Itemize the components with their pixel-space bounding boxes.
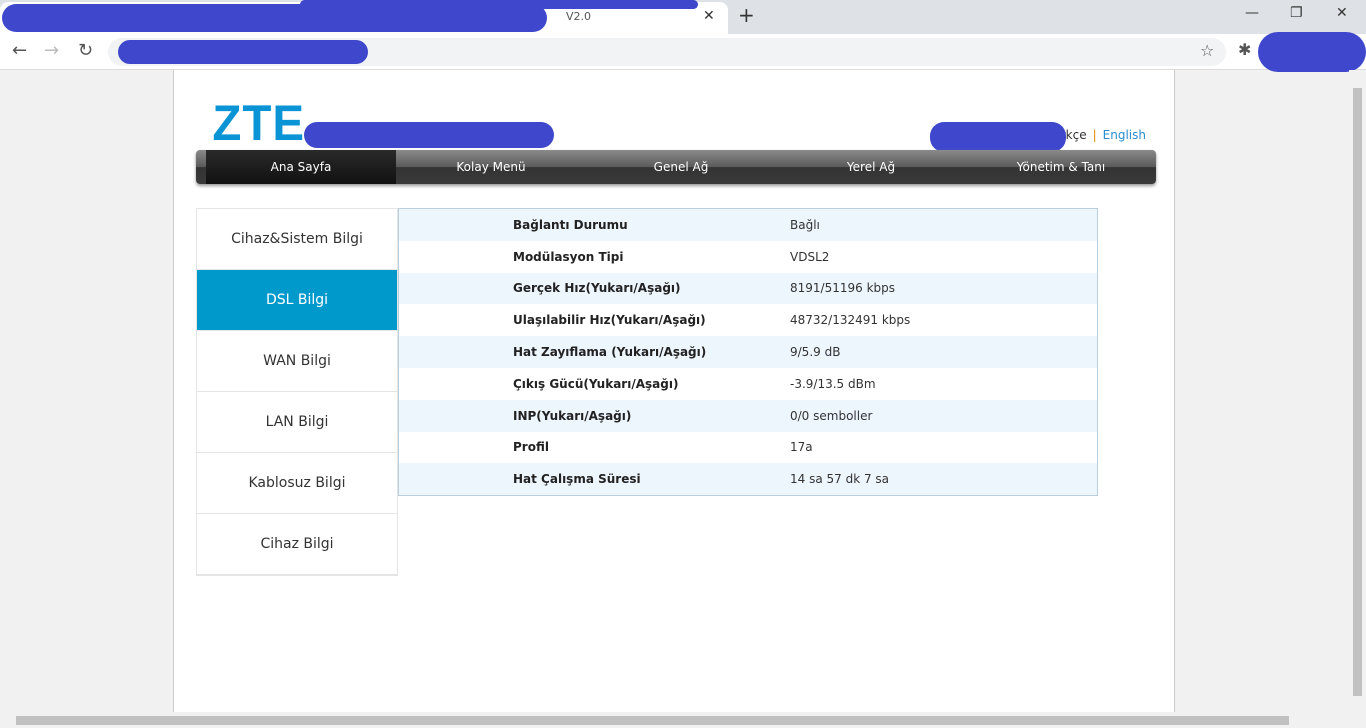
star-icon[interactable]: ☆ — [1200, 41, 1214, 60]
router-page: ZTE rkçe | English Ana Sayfa Kolay Menü Ge… — [173, 70, 1175, 712]
sidebar-item-kablosuz[interactable]: Kablosuz Bilgi — [197, 453, 397, 514]
vertical-scrollbar[interactable] — [1349, 70, 1366, 712]
table-row: Gerçek Hız(Yukarı/Aşağı) 8191/51196 kbps — [399, 272, 1097, 305]
sidebar-item-wan[interactable]: WAN Bilgi — [197, 331, 397, 392]
sidebar-item-cihaz[interactable]: Cihaz Bilgi — [197, 514, 397, 575]
sidebar-item-dsl[interactable]: DSL Bilgi — [197, 270, 397, 331]
nav-ana-sayfa[interactable]: Ana Sayfa — [206, 150, 396, 184]
dsl-info-table: Bağlantı Durumu Bağlı Modülasyon Tipi VDSL… — [398, 208, 1098, 497]
row-value: 8191/51196 kbps — [790, 281, 896, 296]
nav-kolay-menu[interactable]: Kolay Menü — [396, 150, 586, 184]
back-icon[interactable]: ← — [12, 40, 27, 61]
row-value: VDSL2 — [790, 249, 830, 264]
sidebar-item-cihaz-sistem[interactable]: Cihaz&Sistem Bilgi — [197, 209, 397, 270]
redaction — [300, 0, 698, 9]
row-value: 9/5.9 dB — [790, 345, 841, 360]
close-window-icon[interactable]: ✕ — [1336, 5, 1348, 21]
row-label: Ulaşılabilir Hız(Yukarı/Aşağı) — [513, 313, 706, 328]
nav-genel-ag[interactable]: Genel Ağ — [586, 150, 776, 184]
row-label: Modülasyon Tipi — [513, 249, 624, 264]
row-label: Çıkış Gücü(Yukarı/Aşağı) — [513, 376, 679, 391]
lang-separator: | — [1092, 128, 1097, 142]
row-label: Bağlantı Durumu — [513, 217, 628, 232]
language-switcher: rkçe | English — [1061, 128, 1146, 142]
tab-title: V2.0 — [566, 10, 592, 23]
redaction — [930, 122, 1066, 152]
zte-logo: ZTE — [212, 95, 306, 151]
row-label: Profil — [513, 440, 549, 455]
sidebar-item-lan[interactable]: LAN Bilgi — [197, 392, 397, 453]
tab-bar: ✕ V2.0 + — ❐ ✕ — [0, 0, 1366, 34]
table-row: Ulaşılabilir Hız(Yukarı/Aşağı) 48732/1324… — [399, 304, 1097, 336]
forward-icon[interactable]: → — [44, 40, 59, 61]
nav-yerel-ag[interactable]: Yerel Ağ — [776, 150, 966, 184]
reload-icon[interactable]: ↻ — [78, 40, 93, 61]
row-value: 17a — [790, 440, 813, 455]
browser-toolbar: ← → ↻ ☆ ✱ — [0, 32, 1366, 72]
table-row: Bağlantı Durumu Bağlı — [399, 209, 1097, 241]
redaction — [304, 122, 554, 148]
row-label: Hat Zayıflama (Yukarı/Aşağı) — [513, 345, 707, 360]
table-row: Hat Çalışma Süresi 14 sa 57 dk 7 sa — [399, 463, 1097, 496]
row-label: Gerçek Hız(Yukarı/Aşağı) — [513, 281, 681, 296]
new-tab-icon[interactable]: + — [738, 3, 755, 27]
redaction — [118, 40, 368, 64]
horizontal-scroll-thumb[interactable] — [16, 716, 1289, 725]
table-row: Modülasyon Tipi VDSL2 — [399, 241, 1097, 273]
redaction — [1258, 32, 1366, 72]
table-row: INP(Yukarı/Aşağı) 0/0 semboller — [399, 399, 1097, 432]
main-nav: Ana Sayfa Kolay Menü Genel Ağ Yerel Ağ Y… — [196, 150, 1156, 184]
row-value: 48732/132491 kbps — [790, 313, 911, 328]
table-row: Hat Zayıflama (Yukarı/Aşağı) 9/5.9 dB — [399, 336, 1097, 368]
table-row: Çıkış Gücü(Yukarı/Aşağı) -3.9/13.5 dBm — [399, 368, 1097, 400]
vertical-scroll-thumb[interactable] — [1353, 88, 1362, 696]
horizontal-scrollbar[interactable] — [0, 712, 1349, 728]
row-value: Bağlı — [790, 217, 820, 232]
lang-english[interactable]: English — [1103, 128, 1146, 142]
nav-yonetim[interactable]: Yönetim & Tanı — [966, 150, 1156, 184]
table-row: Profil 17a — [399, 432, 1097, 464]
tab-close-icon[interactable]: ✕ — [703, 8, 715, 24]
row-label: Hat Çalışma Süresi — [513, 472, 641, 487]
minimize-icon[interactable]: — — [1245, 5, 1259, 21]
sidebar: Cihaz&Sistem Bilgi DSL Bilgi WAN Bilgi L… — [196, 208, 398, 576]
row-value: -3.9/13.5 dBm — [790, 376, 876, 391]
extensions-icon[interactable]: ✱ — [1238, 40, 1251, 59]
row-value: 0/0 semboller — [790, 408, 873, 423]
restore-icon[interactable]: ❐ — [1290, 5, 1303, 21]
row-value: 14 sa 57 dk 7 sa — [790, 472, 890, 487]
row-label: INP(Yukarı/Aşağı) — [513, 408, 632, 423]
